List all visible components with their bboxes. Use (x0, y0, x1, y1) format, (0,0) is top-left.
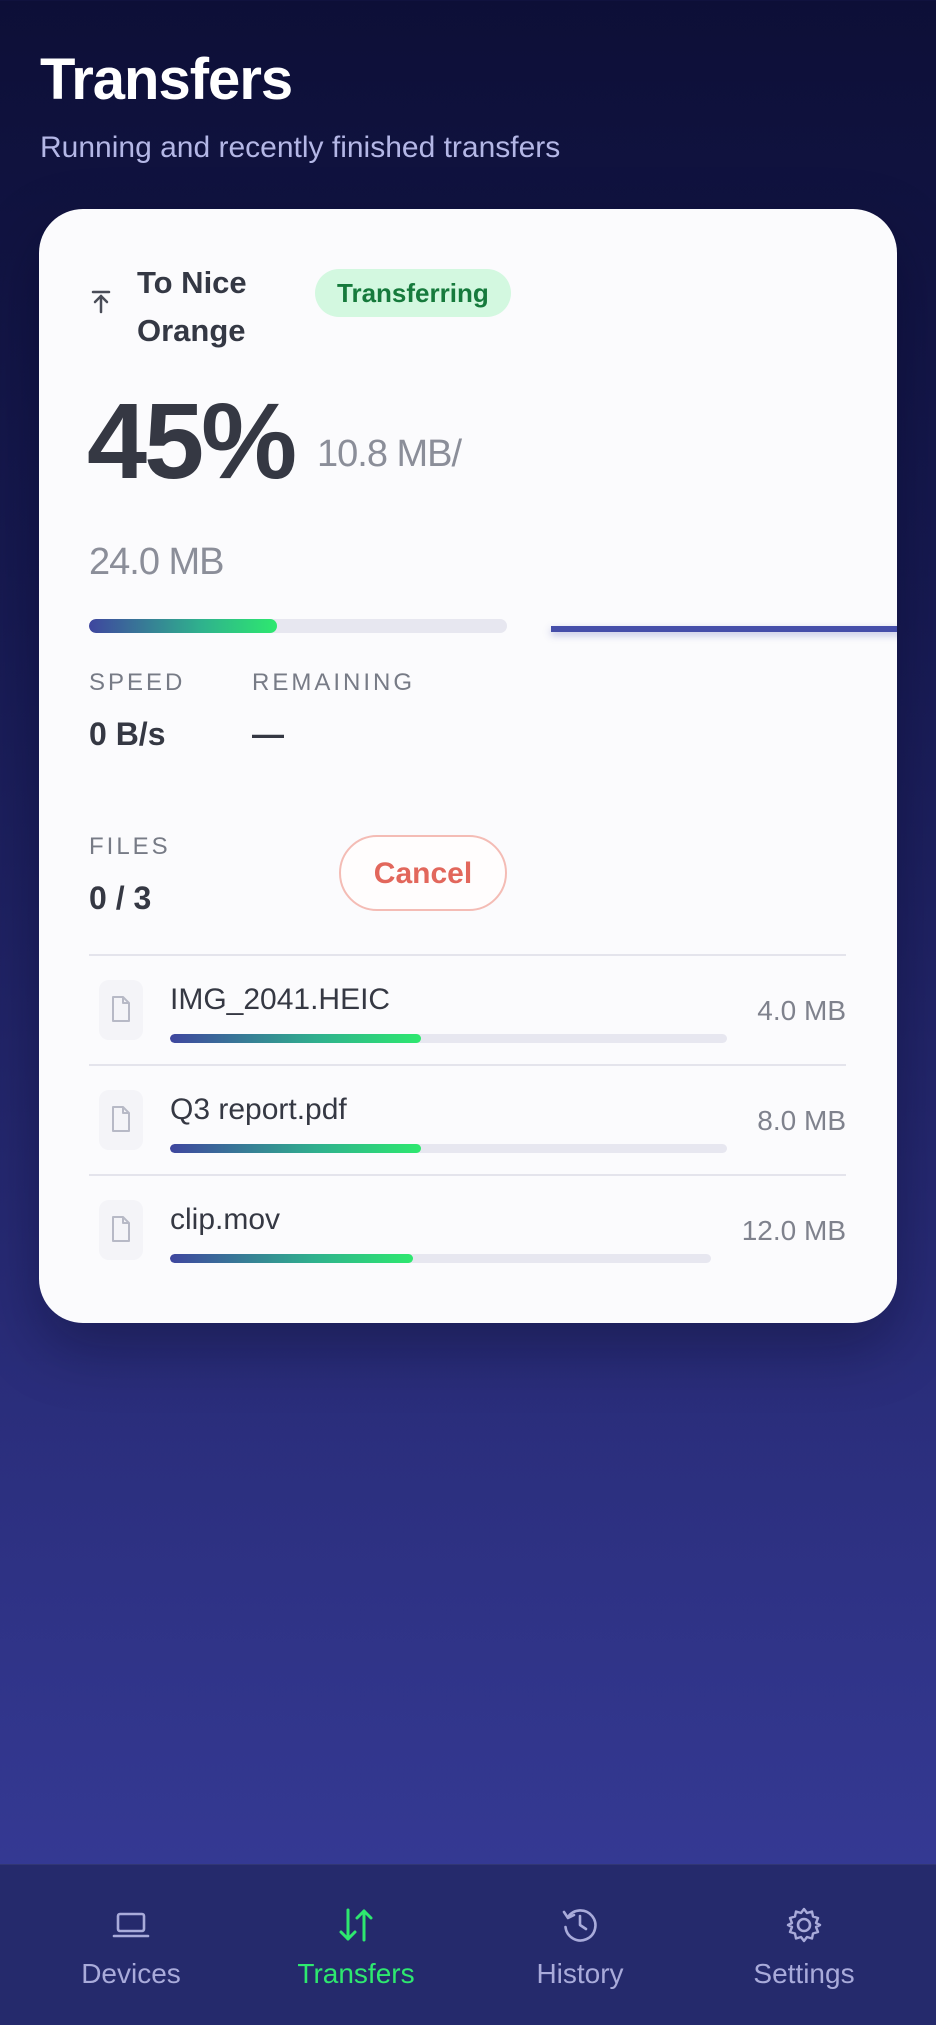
file-row: clip.mov 12.0 MB (89, 1174, 846, 1284)
transfer-progress-bar (89, 619, 507, 633)
file-progress-fill (170, 1144, 421, 1153)
file-icon (99, 1090, 143, 1150)
file-list: IMG_2041.HEIC 4.0 MB Q3 report.pdf 8.0 M… (89, 954, 846, 1284)
file-icon (99, 1200, 143, 1260)
status-badge: Transferring (315, 269, 511, 317)
file-progress-bar (170, 1144, 727, 1153)
file-progress-bar (170, 1034, 727, 1043)
transfer-amount-total: 24.0 MB (89, 541, 225, 583)
upload-arrow-icon (89, 287, 113, 317)
gear-icon (786, 1907, 822, 1943)
nav-history-label: History (536, 1958, 624, 1989)
file-name: Q3 report.pdf (170, 1093, 347, 1126)
file-name: IMG_2041.HEIC (170, 983, 391, 1016)
history-icon (562, 1909, 597, 1942)
transfer-card-header: To Nice Orange Transferring (89, 259, 511, 355)
remaining-label: REMAINING (252, 669, 416, 696)
speed-value: 0 B/s (89, 716, 166, 752)
file-size: 12.0 MB (741, 1215, 846, 1246)
remaining-value: — (252, 716, 284, 752)
page-title: Transfers (40, 47, 293, 112)
files-count: 0 / 3 (89, 880, 152, 916)
nav-settings[interactable]: Settings (687, 1865, 921, 2025)
transfer-percent: 45% (87, 380, 297, 501)
file-progress-bar (170, 1254, 711, 1263)
file-size: 8.0 MB (757, 1105, 846, 1136)
nav-settings-label: Settings (753, 1958, 855, 1989)
file-row: IMG_2041.HEIC 4.0 MB (89, 954, 846, 1064)
file-row: Q3 report.pdf 8.0 MB (89, 1064, 846, 1174)
transfer-arrows-icon (339, 1908, 373, 1942)
nav-devices[interactable]: Devices (14, 1865, 248, 2025)
nav-devices-label: Devices (81, 1958, 181, 1989)
file-icon (99, 980, 143, 1040)
nav-transfers-label: Transfers (297, 1958, 415, 1989)
speed-label: SPEED (89, 669, 186, 696)
page-header: Transfers Running and recently finished … (40, 46, 560, 166)
files-label: FILES (89, 833, 171, 860)
page-subtitle: Running and recently finished transfers (40, 131, 561, 164)
bottom-nav: Devices Transfers History Settings (0, 1864, 936, 2025)
file-progress-fill (170, 1034, 421, 1043)
transfer-card[interactable]: To Nice Orange Transferring 45% 10.8 MB/… (39, 209, 897, 1323)
nav-history[interactable]: History (463, 1865, 697, 2025)
cancel-button[interactable]: Cancel (339, 835, 507, 911)
transfer-amount-sent: 10.8 MB/ (317, 433, 462, 475)
file-name: clip.mov (170, 1203, 281, 1236)
nav-transfers[interactable]: Transfers (239, 1865, 473, 2025)
transfer-destination: To Nice Orange (137, 265, 247, 348)
transfer-progress-fill (89, 619, 278, 633)
file-size: 4.0 MB (757, 995, 846, 1026)
progress-line (551, 626, 897, 632)
file-progress-fill (170, 1254, 414, 1263)
laptop-icon (112, 1912, 150, 1938)
